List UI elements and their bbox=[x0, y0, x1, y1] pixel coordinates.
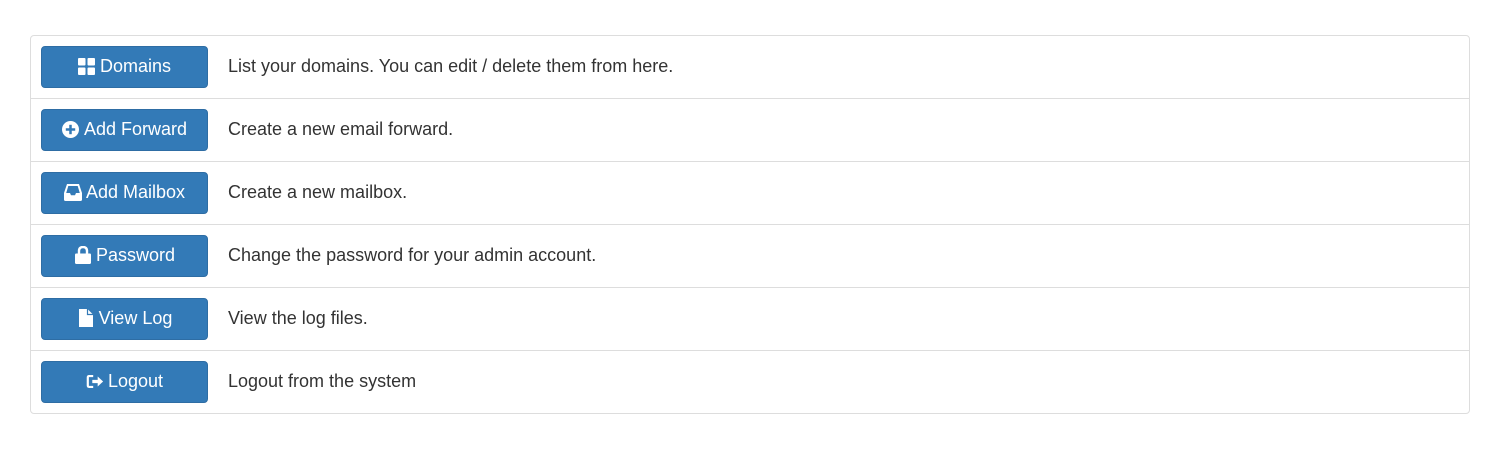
add-forward-button[interactable]: Add Forward bbox=[41, 109, 208, 151]
add-mailbox-button[interactable]: Add Mailbox bbox=[41, 172, 208, 214]
logout-description: Logout from the system bbox=[228, 370, 417, 391]
password-button-label: Password bbox=[95, 244, 176, 265]
inbox-icon bbox=[63, 183, 82, 201]
th-large-icon bbox=[78, 57, 96, 75]
logout-button[interactable]: Logout bbox=[41, 361, 208, 403]
view-log-button[interactable]: View Log bbox=[41, 298, 208, 340]
menu-row-logout: Logout Logout from the system bbox=[31, 350, 1469, 413]
menu-row-domains: Domains List your domains. You can edit … bbox=[31, 36, 1469, 98]
file-icon bbox=[77, 309, 95, 327]
admin-menu-list: Domains List your domains. You can edit … bbox=[30, 35, 1470, 414]
domains-button-label: Domains bbox=[99, 55, 172, 76]
menu-row-view-log: View Log View the log files. bbox=[31, 287, 1469, 350]
add-forward-description: Create a new email forward. bbox=[228, 118, 454, 139]
lock-icon bbox=[74, 246, 92, 264]
domains-description: List your domains. You can edit / delete… bbox=[228, 55, 674, 76]
add-forward-button-label: Add Forward bbox=[83, 118, 188, 139]
add-mailbox-button-label: Add Mailbox bbox=[85, 181, 186, 202]
menu-row-password: Password Change the password for your ad… bbox=[31, 224, 1469, 287]
plus-circle-icon bbox=[62, 120, 80, 138]
logout-button-label: Logout bbox=[107, 370, 164, 391]
password-button[interactable]: Password bbox=[41, 235, 208, 277]
view-log-button-label: View Log bbox=[98, 307, 173, 328]
add-mailbox-description: Create a new mailbox. bbox=[228, 181, 408, 202]
logout-icon bbox=[86, 372, 104, 390]
view-log-description: View the log files. bbox=[228, 307, 368, 328]
domains-button[interactable]: Domains bbox=[41, 46, 208, 88]
menu-row-add-mailbox: Add Mailbox Create a new mailbox. bbox=[31, 161, 1469, 224]
password-description: Change the password for your admin accou… bbox=[228, 244, 597, 265]
menu-row-add-forward: Add Forward Create a new email forward. bbox=[31, 98, 1469, 161]
